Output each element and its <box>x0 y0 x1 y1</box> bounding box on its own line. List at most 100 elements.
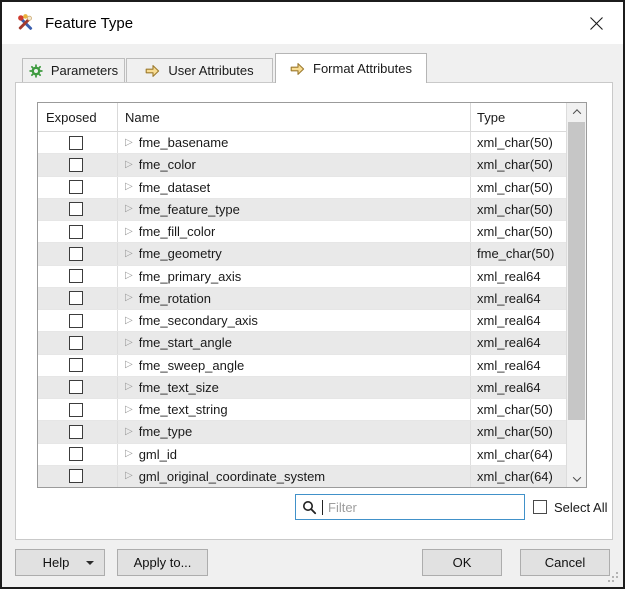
attribute-type: xml_char(50) <box>477 135 553 151</box>
table-row[interactable]: ▷ fme_dataset xml_char(50) <box>38 176 566 199</box>
table-row[interactable]: ▷ fme_text_string xml_char(50) <box>38 399 566 422</box>
exposed-checkbox[interactable] <box>68 269 83 284</box>
expand-triangle-icon[interactable]: ▷ <box>125 360 133 370</box>
text-cursor <box>322 499 323 515</box>
table-row[interactable]: ▷ gml_original_coordinate_system xml_cha… <box>38 465 566 487</box>
apply-to-button[interactable]: Apply to... <box>117 549 208 576</box>
expand-triangle-icon[interactable]: ▷ <box>125 182 133 192</box>
exposed-checkbox[interactable] <box>68 313 83 328</box>
close-icon <box>589 16 603 30</box>
fme-tools-icon <box>18 14 33 30</box>
vertical-scrollbar[interactable] <box>566 103 586 487</box>
table-row[interactable]: ▷ fme_feature_type xml_char(50) <box>38 198 566 221</box>
exposed-checkbox[interactable] <box>68 424 83 439</box>
expand-triangle-icon[interactable]: ▷ <box>125 471 133 481</box>
expand-triangle-icon[interactable]: ▷ <box>125 293 133 303</box>
resize-grip[interactable] <box>616 580 618 582</box>
scrollbar-thumb[interactable] <box>568 122 585 420</box>
attribute-type: fme_char(50) <box>477 246 555 262</box>
attribute-type: xml_real64 <box>477 313 541 329</box>
search-icon <box>303 500 317 514</box>
exposed-checkbox[interactable] <box>68 202 83 217</box>
tab-format-attributes[interactable]: Format Attributes <box>275 53 427 83</box>
table-row[interactable]: ▷ fme_primary_axis xml_real64 <box>38 265 566 288</box>
exposed-checkbox[interactable] <box>68 246 83 261</box>
expand-triangle-icon[interactable]: ▷ <box>125 382 133 392</box>
attribute-name: gml_id <box>138 446 177 462</box>
attribute-name: fme_sweep_angle <box>138 357 245 373</box>
select-all-group: Select All <box>533 494 607 520</box>
tab-label: Format Attributes <box>313 61 412 76</box>
attribute-type: xml_char(50) <box>477 157 553 173</box>
table-row[interactable]: ▷ fme_color xml_char(50) <box>38 154 566 177</box>
tab-label: Parameters <box>50 63 119 78</box>
exposed-checkbox[interactable] <box>68 447 83 462</box>
table-row[interactable]: ▷ gml_id xml_char(64) <box>38 443 566 466</box>
help-button[interactable]: Help <box>15 549 105 576</box>
column-header-exposed[interactable]: Exposed <box>38 103 118 131</box>
exposed-checkbox[interactable] <box>68 469 83 484</box>
expand-triangle-icon[interactable]: ▷ <box>125 271 133 281</box>
title-bar: Feature Type <box>2 2 623 44</box>
table-row[interactable]: ▷ fme_fill_color xml_char(50) <box>38 221 566 244</box>
tab-parameters[interactable]: Parameters <box>22 58 125 82</box>
attribute-name: fme_type <box>138 424 193 440</box>
expand-triangle-icon[interactable]: ▷ <box>125 449 133 459</box>
expand-triangle-icon[interactable]: ▷ <box>125 226 133 237</box>
table-row[interactable]: ▷ fme_rotation xml_real64 <box>38 287 566 310</box>
ok-button[interactable]: OK <box>422 549 502 576</box>
window-title: Feature Type <box>45 14 134 32</box>
expand-triangle-icon[interactable]: ▷ <box>125 337 133 348</box>
cancel-button[interactable]: Cancel <box>520 549 610 576</box>
column-header-type[interactable]: Type <box>471 103 566 131</box>
scroll-down-button[interactable] <box>567 470 586 487</box>
expand-triangle-icon[interactable]: ▷ <box>125 426 133 437</box>
exposed-checkbox[interactable] <box>68 180 83 195</box>
table-row[interactable]: ▷ fme_sweep_angle xml_real64 <box>38 354 566 377</box>
attribute-name: fme_rotation <box>138 290 211 306</box>
filter-input[interactable] <box>328 499 524 515</box>
attribute-type: xml_char(64) <box>477 446 553 462</box>
table-header: Exposed Name Type <box>38 103 566 132</box>
exposed-checkbox[interactable] <box>68 380 83 395</box>
attribute-type: xml_real64 <box>477 290 541 306</box>
table-row[interactable]: ▷ fme_basename xml_char(50) <box>38 132 566 155</box>
attribute-type: xml_char(50) <box>477 201 553 217</box>
tab-bar: Parameters User Attributes Format Attrib… <box>22 53 428 83</box>
attribute-name: fme_fill_color <box>138 224 216 240</box>
scroll-up-button[interactable] <box>567 103 586 120</box>
dropdown-caret-icon <box>86 560 94 565</box>
expand-triangle-icon[interactable]: ▷ <box>125 248 133 259</box>
exposed-checkbox[interactable] <box>68 402 83 417</box>
exposed-checkbox[interactable] <box>68 135 83 150</box>
table-row[interactable]: ▷ fme_geometry fme_char(50) <box>38 243 566 266</box>
select-all-checkbox[interactable] <box>533 500 547 514</box>
expand-triangle-icon[interactable]: ▷ <box>125 159 133 170</box>
column-header-name[interactable]: Name <box>118 103 471 131</box>
exposed-checkbox[interactable] <box>68 358 83 373</box>
attribute-name: fme_text_string <box>138 402 228 418</box>
feature-type-dialog: Feature Type Parameters User Attributes … <box>0 0 625 589</box>
table-row[interactable]: ▷ fme_text_size xml_real64 <box>38 376 566 399</box>
attribute-type: xml_real64 <box>477 268 541 284</box>
expand-triangle-icon[interactable]: ▷ <box>125 137 133 148</box>
attribute-type: xml_char(50) <box>477 224 553 240</box>
table-row[interactable]: ▷ fme_start_angle xml_real64 <box>38 332 566 355</box>
attribute-type: xml_char(64) <box>477 468 553 484</box>
attribute-name: fme_color <box>138 157 196 173</box>
table-row[interactable]: ▷ fme_type xml_char(50) <box>38 421 566 444</box>
close-button[interactable] <box>575 2 617 44</box>
expand-triangle-icon[interactable]: ▷ <box>125 404 133 415</box>
exposed-checkbox[interactable] <box>68 291 83 306</box>
expand-triangle-icon[interactable]: ▷ <box>125 204 133 214</box>
attribute-type: xml_real64 <box>477 379 541 395</box>
exposed-checkbox[interactable] <box>68 335 83 350</box>
filter-box[interactable] <box>295 494 525 520</box>
exposed-checkbox[interactable] <box>68 157 83 172</box>
attribute-rows: ▷ fme_basename xml_char(50) ▷ fme_color … <box>38 132 566 487</box>
expand-triangle-icon[interactable]: ▷ <box>125 315 133 326</box>
exposed-checkbox[interactable] <box>68 224 83 239</box>
table-row[interactable]: ▷ fme_secondary_axis xml_real64 <box>38 310 566 333</box>
tab-user-attributes[interactable]: User Attributes <box>126 58 273 82</box>
yellow-arrow-icon <box>146 64 160 77</box>
